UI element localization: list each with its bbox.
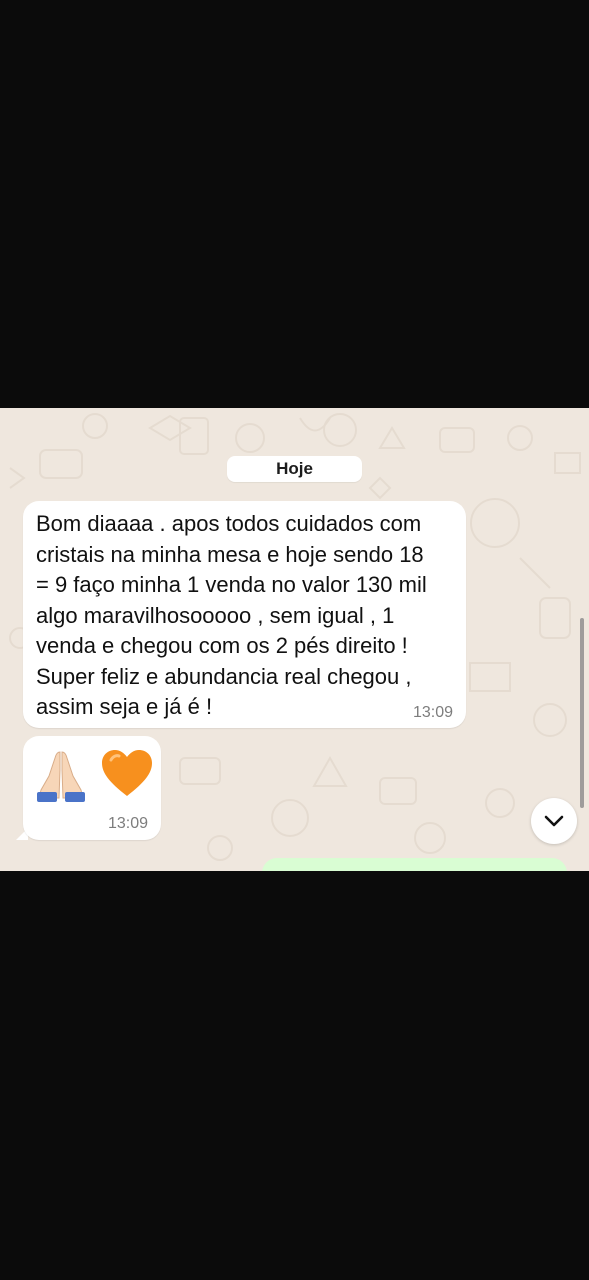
praying-hands-icon [37, 751, 85, 802]
bottom-letterbox [0, 871, 589, 1280]
emoji-row [33, 746, 155, 802]
message-timestamp: 13:09 [107, 815, 148, 832]
message-timestamp: 13:09 [412, 704, 453, 721]
chevron-down-icon [544, 815, 564, 827]
incoming-message-bubble[interactable]: Bom diaaaa . apos todos cuidados com cri… [23, 501, 466, 728]
scroll-down-button[interactable] [531, 798, 577, 844]
scrollbar[interactable] [580, 618, 584, 808]
date-separator: Hoje [227, 456, 362, 482]
incoming-emoji-bubble[interactable]: 13:09 [23, 736, 161, 840]
top-letterbox [0, 0, 589, 408]
message-text: Bom diaaaa . apos todos cuidados com cri… [36, 511, 427, 719]
orange-heart-icon [102, 750, 152, 796]
outgoing-message-bubble-partial[interactable] [262, 858, 567, 871]
chat-area[interactable]: Hoje Bom diaaaa . apos todos cuidados co… [0, 408, 589, 871]
